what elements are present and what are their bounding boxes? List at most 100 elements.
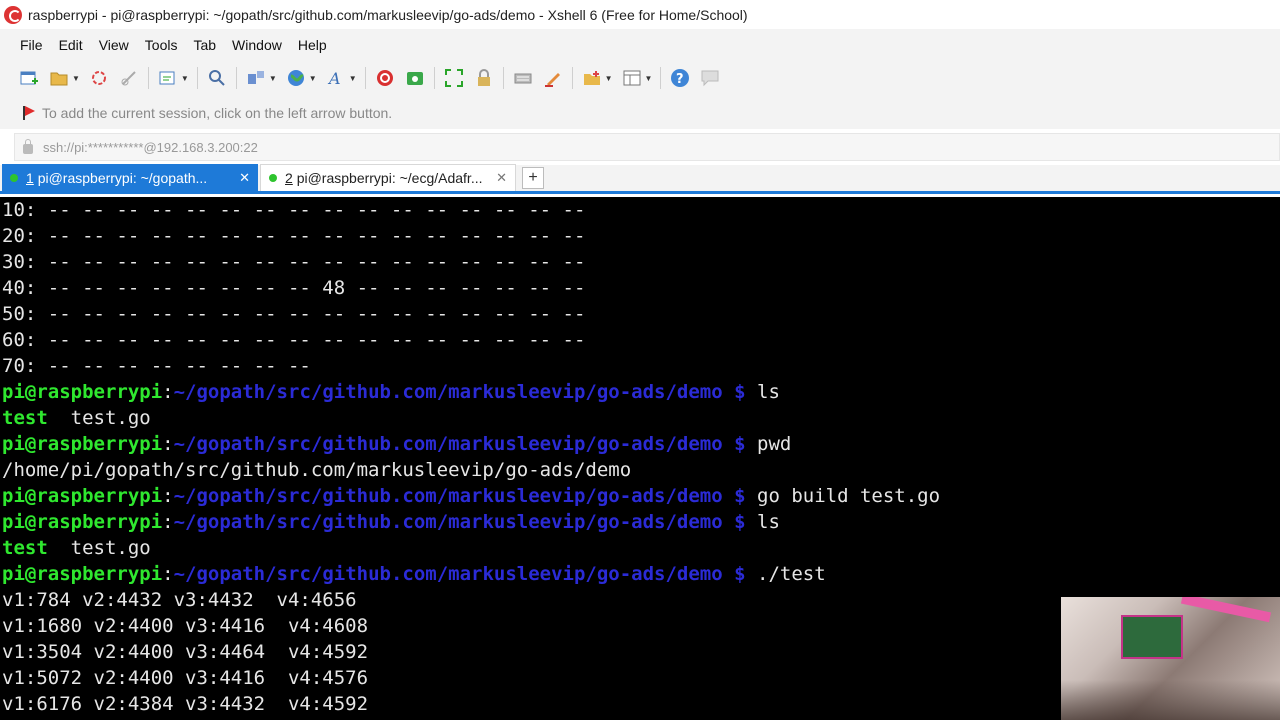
i2c-row: 20: -- -- -- -- -- -- -- -- -- -- -- -- … — [2, 225, 586, 247]
toolbar-divider — [571, 67, 573, 89]
keyboard-icon[interactable] — [512, 67, 534, 89]
help-icon[interactable]: ? — [669, 67, 691, 89]
tab-label: 1 pi@raspberrypi: ~/gopath... — [26, 169, 208, 186]
lock-icon — [23, 139, 33, 154]
ls-output: test test.go — [2, 537, 151, 559]
menu-view[interactable]: View — [91, 37, 137, 53]
toolbar-divider — [235, 67, 237, 89]
xshell-logo-icon[interactable] — [374, 67, 396, 89]
command-text: go build test.go — [757, 485, 941, 507]
svg-text:?: ? — [676, 72, 684, 87]
address-bar[interactable]: ssh://pi:***********@192.168.3.200:22 — [14, 133, 1280, 161]
toolbar-divider — [196, 67, 198, 89]
prompt-user: pi@raspberrypi — [2, 433, 163, 455]
raspberry-pi-board — [1121, 615, 1183, 659]
sensor-reading: v1:1680 v2:4400 v3:4416 v4:4608 — [2, 615, 369, 637]
sensor-reading: v1:5072 v2:4400 v3:4416 v4:4576 — [2, 667, 369, 689]
chevron-down-icon[interactable]: ▼ — [269, 74, 277, 83]
prompt-path: ~/gopath/src/github.com/markusleevip/go-… — [173, 511, 723, 533]
i2c-row: 60: -- -- -- -- -- -- -- -- -- -- -- -- … — [2, 329, 586, 351]
prompt-line: pi@raspberrypi:~/gopath/src/github.com/m… — [2, 511, 780, 533]
toolbar-divider — [433, 67, 435, 89]
prompt-line: pi@raspberrypi:~/gopath/src/github.com/m… — [2, 381, 780, 403]
tab-label: 2 pi@raspberrypi: ~/ecg/Adafr... — [285, 170, 483, 186]
command-text: ./test — [757, 563, 826, 585]
ls-output: test test.go — [2, 407, 151, 429]
webcam-shadow — [1061, 680, 1280, 720]
address-text: ssh://pi:***********@192.168.3.200:22 — [43, 139, 258, 155]
open-folder-icon[interactable] — [48, 67, 70, 89]
tab-strip: 1 pi@raspberrypi: ~/gopath... ✕ 2 pi@ras… — [0, 164, 1280, 194]
lock-icon[interactable] — [473, 67, 495, 89]
i2c-row: 70: -- -- -- -- -- -- -- -- — [2, 355, 311, 377]
i2c-row: 40: -- -- -- -- -- -- -- -- 48 -- -- -- … — [2, 277, 586, 299]
chevron-down-icon[interactable]: ▼ — [645, 74, 653, 83]
toolbar: ▼ ▼ ▼ ▼ A ▼ ▼ ▼ ? — [0, 60, 1280, 96]
ribbon-cable — [1180, 597, 1272, 623]
properties-icon[interactable] — [157, 67, 179, 89]
menu-help[interactable]: Help — [290, 37, 335, 53]
window-title: raspberrypi - pi@raspberrypi: ~/gopath/s… — [28, 6, 748, 23]
find-icon[interactable] — [206, 67, 228, 89]
prompt-path: ~/gopath/src/github.com/markusleevip/go-… — [173, 485, 723, 507]
command-text: ls — [757, 511, 780, 533]
sensor-reading: v1:3504 v2:4400 v3:4464 v4:4592 — [2, 641, 369, 663]
menu-window[interactable]: Window — [224, 37, 290, 53]
chat-icon[interactable] — [699, 67, 721, 89]
menu-bar: File Edit View Tools Tab Window Help — [0, 29, 1280, 60]
reconnect-icon[interactable] — [88, 67, 110, 89]
i2c-row: 50: -- -- -- -- -- -- -- -- -- -- -- -- … — [2, 303, 586, 325]
disconnect-icon[interactable] — [118, 67, 140, 89]
prompt-user: pi@raspberrypi — [2, 563, 163, 585]
highlighter-icon[interactable] — [542, 67, 564, 89]
fullscreen-icon[interactable] — [443, 67, 465, 89]
prompt-line: pi@raspberrypi:~/gopath/src/github.com/m… — [2, 433, 792, 455]
i2c-row: 30: -- -- -- -- -- -- -- -- -- -- -- -- … — [2, 251, 586, 273]
prompt-user: pi@raspberrypi — [2, 511, 163, 533]
flag-icon[interactable] — [20, 105, 36, 121]
toolbar-divider — [660, 67, 662, 89]
chevron-down-icon[interactable]: ▼ — [605, 74, 613, 83]
title-bar: raspberrypi - pi@raspberrypi: ~/gopath/s… — [0, 0, 1280, 29]
new-session-icon[interactable] — [18, 67, 40, 89]
prompt-path: ~/gopath/src/github.com/markusleevip/go-… — [173, 563, 723, 585]
add-tab-button[interactable]: + — [522, 167, 544, 189]
menu-file[interactable]: File — [12, 37, 51, 53]
prompt-line: pi@raspberrypi:~/gopath/src/github.com/m… — [2, 485, 941, 507]
svg-text:A: A — [327, 69, 341, 87]
menu-tools[interactable]: Tools — [137, 37, 186, 53]
close-icon[interactable]: ✕ — [239, 170, 250, 186]
chevron-down-icon[interactable]: ▼ — [349, 74, 357, 83]
prompt-path: ~/gopath/src/github.com/markusleevip/go-… — [173, 381, 723, 403]
toolbar-divider — [502, 67, 504, 89]
prompt-line: pi@raspberrypi:~/gopath/src/github.com/m… — [2, 563, 826, 585]
command-text: pwd — [757, 433, 792, 455]
pwd-output: /home/pi/gopath/src/github.com/markuslee… — [2, 459, 632, 481]
sensor-reading: v1:784 v2:4432 v3:4432 v4:4656 — [2, 589, 357, 611]
globe-icon[interactable] — [285, 67, 307, 89]
xshell-app-icon — [4, 5, 22, 24]
tab-session-1[interactable]: 1 pi@raspberrypi: ~/gopath... ✕ — [2, 164, 258, 191]
xftp-icon[interactable] — [404, 67, 426, 89]
font-icon[interactable]: A — [325, 67, 347, 89]
close-icon[interactable]: ✕ — [496, 170, 507, 186]
menu-edit[interactable]: Edit — [51, 37, 91, 53]
chevron-down-icon[interactable]: ▼ — [309, 74, 317, 83]
layout-icon[interactable] — [245, 67, 267, 89]
toolbar-divider — [147, 67, 149, 89]
prompt-user: pi@raspberrypi — [2, 381, 163, 403]
sensor-reading: v1:6176 v2:4384 v3:4432 v4:4592 — [2, 693, 369, 715]
toolbar-divider — [364, 67, 366, 89]
session-bar: To add the current session, click on the… — [0, 96, 1280, 129]
command-text: ls — [757, 381, 780, 403]
menu-tab[interactable]: Tab — [185, 37, 224, 53]
i2c-row: 10: -- -- -- -- -- -- -- -- -- -- -- -- … — [2, 199, 586, 221]
webcam-overlay — [1061, 597, 1280, 720]
chevron-down-icon[interactable]: ▼ — [181, 74, 189, 83]
tab-session-2[interactable]: 2 pi@raspberrypi: ~/ecg/Adafr... ✕ — [260, 164, 516, 191]
compose-icon[interactable] — [581, 67, 603, 89]
chevron-down-icon[interactable]: ▼ — [72, 74, 80, 83]
session-hint-text: To add the current session, click on the… — [42, 104, 393, 121]
layout-panes-icon[interactable] — [621, 67, 643, 89]
prompt-user: pi@raspberrypi — [2, 485, 163, 507]
